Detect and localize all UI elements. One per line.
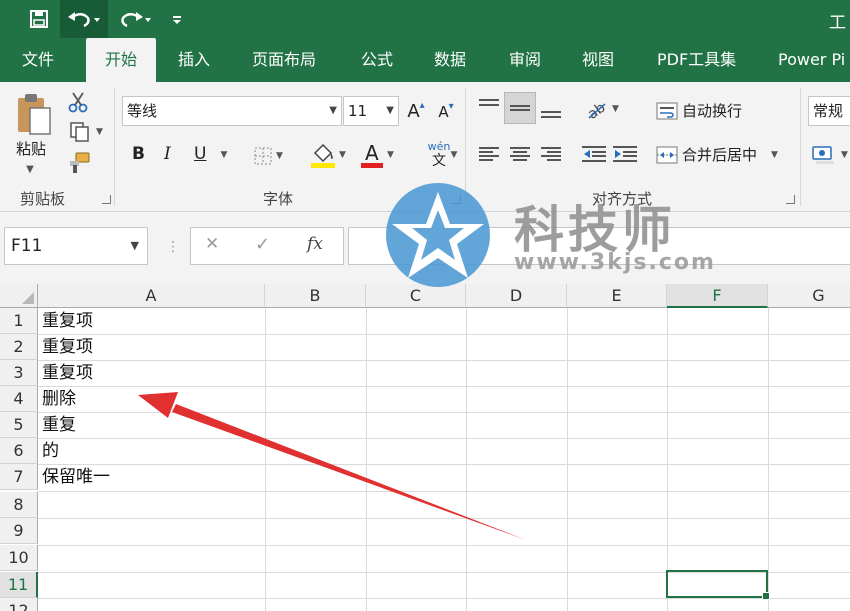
- annotation-arrow-icon: [138, 392, 526, 540]
- excel-window: 工 文件 开始 插入 页面布局 公式 数据 审阅 视图 PDF工具集 Power…: [0, 0, 850, 611]
